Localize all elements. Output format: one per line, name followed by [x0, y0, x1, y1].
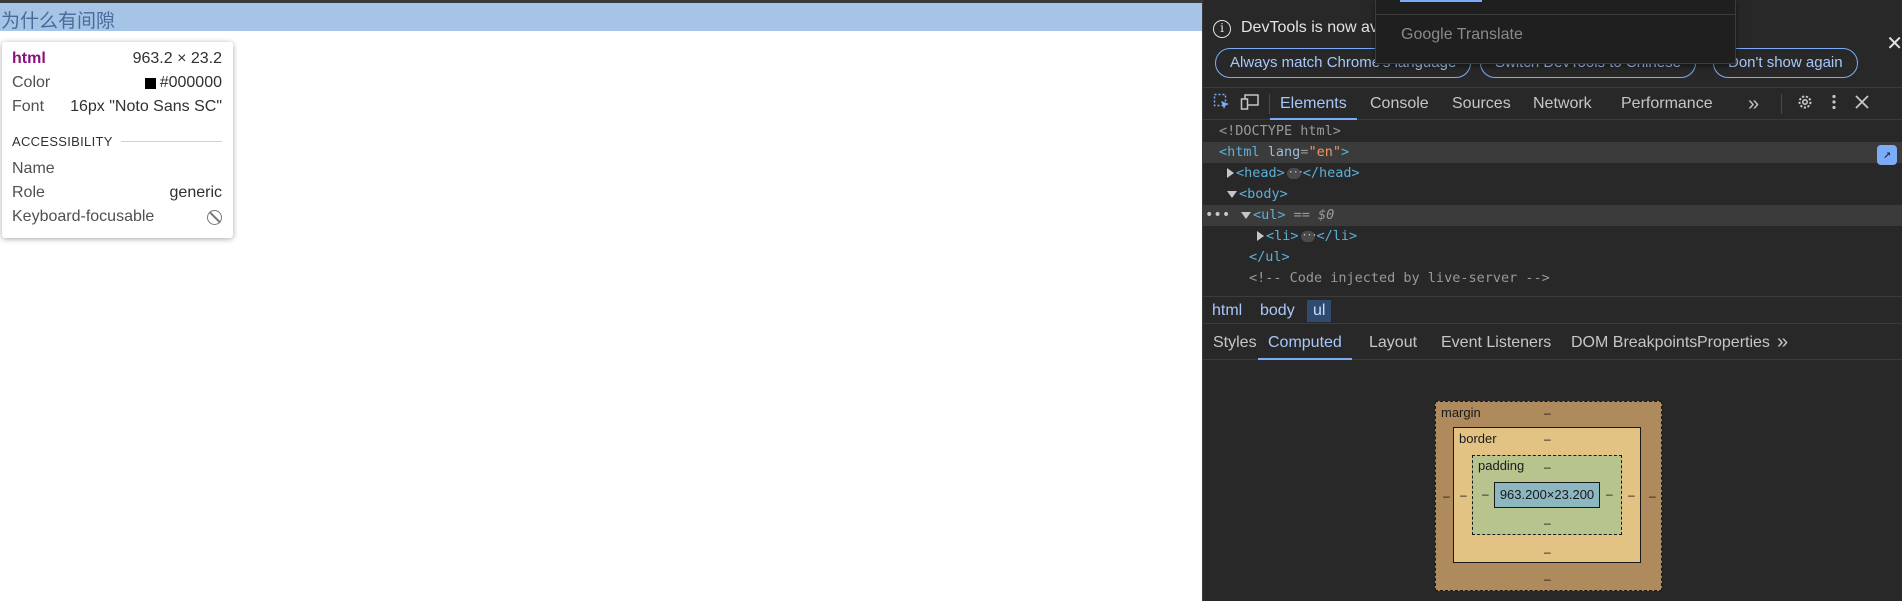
tooltip-accessibility-section: ACCESSIBILITY [12, 134, 222, 149]
box-model-border[interactable]: border – – – – padding – – – – 963.200×2… [1453, 427, 1641, 563]
collapse-triangle-icon[interactable] [1227, 190, 1237, 198]
close-icon[interactable]: ✕ [1886, 31, 1902, 56]
tab-properties[interactable]: Properties [1697, 325, 1770, 360]
breadcrumb-ul[interactable]: ul [1307, 300, 1332, 322]
settings-gear-icon[interactable] [1794, 93, 1816, 115]
devtools-panel: i DevTools is now av Always match Chrome… [1202, 0, 1902, 601]
border-right-value[interactable]: – [1628, 488, 1635, 502]
dom-node-comment[interactable]: <!-- Code injected by live-server --> [1203, 268, 1902, 289]
tab-performance[interactable]: Performance [1621, 88, 1713, 120]
tooltip-size: 963.2 × 23.2 [132, 50, 222, 67]
collapse-triangle-icon[interactable] [1241, 211, 1251, 219]
divider [1376, 14, 1735, 15]
inspect-element-icon[interactable] [1211, 93, 1233, 115]
tooltip-role-value: generic [169, 184, 222, 201]
close-devtools-icon[interactable] [1851, 93, 1873, 115]
tooltip-font-label: Font [12, 98, 45, 115]
tab-event-listeners[interactable]: Event Listeners [1441, 325, 1551, 360]
info-icon: i [1213, 20, 1231, 38]
margin-label: margin [1441, 405, 1481, 420]
google-translate-label[interactable]: Google Translate [1401, 26, 1523, 44]
dom-node-ul-selected[interactable]: ••• <ul> == $0 [1203, 205, 1902, 226]
inspect-tooltip: html 963.2 × 23.2 Color #000000 Font 16p… [2, 42, 233, 238]
more-options-icon[interactable] [1823, 93, 1845, 115]
tab-network[interactable]: Network [1533, 88, 1592, 120]
collapsed-content-icon[interactable] [1300, 225, 1317, 246]
screen: 为什么有间隙 html 963.2 × 23.2 Color #000000 F… [0, 0, 1902, 601]
tab-sources[interactable]: Sources [1452, 88, 1511, 120]
more-subtabs-icon[interactable]: » [1777, 325, 1788, 360]
breadcrumb-body[interactable]: body [1254, 300, 1301, 322]
dom-node-html[interactable]: <html lang="en"> ↗ [1203, 142, 1902, 165]
expand-in-panel-icon[interactable]: ↗ [1877, 145, 1897, 165]
dom-node-ul-close[interactable]: </ul> [1203, 247, 1902, 268]
dom-tree: <!DOCTYPE html> <html lang="en"> ↗ <head>… [1203, 121, 1902, 295]
tooltip-role-label: Role [12, 184, 45, 201]
expand-triangle-icon[interactable] [1227, 168, 1234, 178]
tooltip-keyboard-label: Keyboard-focusable [12, 208, 155, 225]
color-swatch-icon [144, 77, 156, 89]
breadcrumb-html[interactable]: html [1206, 300, 1248, 322]
tab-console[interactable]: Console [1370, 88, 1429, 120]
divider [120, 141, 222, 142]
expand-triangle-icon[interactable] [1257, 231, 1264, 241]
box-model-diagram: margin – – – – border – – – – padding – … [1203, 361, 1902, 601]
padding-label: padding [1478, 458, 1525, 473]
element-highlight-overlay [0, 3, 1202, 31]
margin-bottom-value[interactable]: – [1544, 572, 1551, 586]
padding-top-value[interactable]: – [1544, 460, 1551, 474]
collapsed-content-icon[interactable] [1286, 162, 1303, 183]
breadcrumb: html body ul [1203, 296, 1902, 324]
border-top-value[interactable]: – [1544, 432, 1551, 446]
tab-elements[interactable]: Elements [1270, 88, 1357, 120]
dom-node-doctype[interactable]: <!DOCTYPE html> [1203, 121, 1902, 142]
margin-top-value[interactable]: – [1544, 406, 1551, 420]
padding-bottom-value[interactable]: – [1544, 516, 1551, 530]
divider [1269, 94, 1270, 114]
padding-right-value[interactable]: – [1606, 487, 1613, 501]
border-left-value[interactable]: – [1460, 488, 1467, 502]
translate-popup: Google Translate [1375, 0, 1736, 64]
box-model-padding[interactable]: padding – – – – 963.200×23.200 [1472, 455, 1622, 535]
devtools-main-toolbar: Elements Console Sources Network Perform… [1203, 88, 1902, 120]
tab-layout[interactable]: Layout [1369, 325, 1417, 360]
border-bottom-value[interactable]: – [1544, 545, 1551, 559]
elements-subtabs: Styles Computed Layout Event Listeners D… [1203, 325, 1902, 360]
tab-computed[interactable]: Computed [1258, 325, 1352, 360]
tooltip-color-label: Color [12, 74, 51, 91]
tooltip-color-value: #000000 [159, 74, 222, 91]
page-viewport: 为什么有间隙 html 963.2 × 23.2 Color #000000 F… [0, 0, 1202, 601]
margin-right-value[interactable]: – [1649, 489, 1656, 503]
dom-node-body[interactable]: <body> [1203, 184, 1902, 205]
dom-node-li[interactable]: <li></li> [1203, 225, 1902, 247]
not-focusable-icon [207, 209, 222, 225]
padding-left-value[interactable]: – [1482, 487, 1489, 501]
tab-styles[interactable]: Styles [1213, 325, 1257, 360]
margin-left-value[interactable]: – [1443, 489, 1450, 503]
border-label: border [1459, 431, 1497, 446]
dom-node-head[interactable]: <head></head> [1203, 162, 1902, 184]
node-actions-icon[interactable]: ••• [1205, 205, 1230, 226]
infobar-message: DevTools is now av [1241, 19, 1378, 36]
device-toolbar-icon[interactable] [1239, 93, 1261, 115]
tooltip-tag-name: html [12, 50, 46, 67]
tab-dom-breakpoints[interactable]: DOM Breakpoints [1571, 325, 1697, 360]
box-model-content-size[interactable]: 963.200×23.200 [1494, 482, 1600, 508]
popup-tab-indicator [1400, 0, 1482, 2]
box-model-margin[interactable]: margin – – – – border – – – – padding – … [1435, 401, 1662, 591]
more-tabs-icon[interactable]: » [1748, 88, 1759, 120]
tooltip-name-label: Name [12, 160, 55, 177]
tooltip-font-value: 16px "Noto Sans SC" [70, 98, 222, 115]
divider [1781, 94, 1782, 114]
tooltip-section-title: ACCESSIBILITY [12, 134, 113, 149]
page-heading-text[interactable]: 为什么有间隙 [1, 6, 115, 33]
